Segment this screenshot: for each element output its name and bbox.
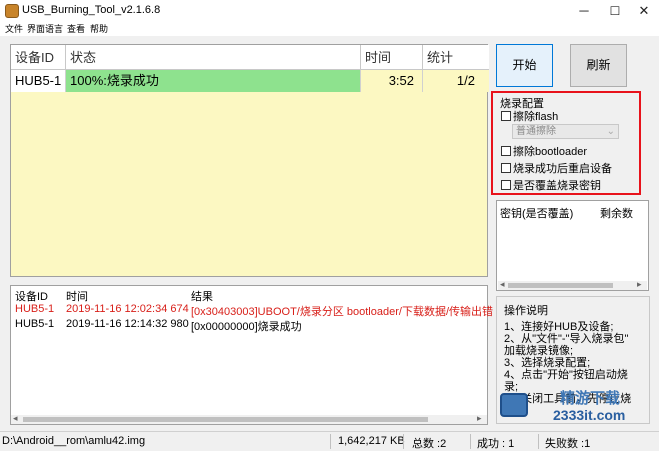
erase-bootloader-label: 擦除bootloader xyxy=(513,146,587,158)
window-title: USB_Burning_Tool_v2.1.6.8 xyxy=(22,4,161,16)
log-col-time[interactable]: 时间 xyxy=(66,288,88,304)
log-row-time: 2019-11-16 12:02:34 674 xyxy=(66,303,189,315)
remaining-col-header[interactable]: 剩余数 xyxy=(600,205,633,221)
status-success: 成功 : 1 xyxy=(477,438,515,450)
log-col-result[interactable]: 结果 xyxy=(191,288,213,304)
chevron-down-icon: ⌄ xyxy=(606,126,615,137)
menu-view[interactable]: 查看 xyxy=(67,22,85,36)
scroll-thumb[interactable] xyxy=(508,283,613,288)
tv-logo-icon xyxy=(500,393,528,417)
log-scrollbar[interactable]: ◂ ▸ xyxy=(11,413,487,424)
log-row-id: HUB5-1 xyxy=(15,318,55,330)
refresh-button[interactable]: 刷新 xyxy=(570,44,627,87)
col-header-time[interactable]: 时间 xyxy=(361,45,423,70)
log-row-result: [0x30403003]UBOOT/烧录分区 bootloader/下载数据/传… xyxy=(191,306,493,318)
status-file-path: D:\Android__rom\amlu42.img xyxy=(2,435,146,447)
maximize-button[interactable]: ☐ xyxy=(600,0,630,22)
log-row[interactable]: HUB5-1 2019-11-16 12:14:32 980 [0x000000… xyxy=(15,318,302,333)
device-time-cell[interactable]: 3:52 xyxy=(361,70,423,92)
col-header-device-id[interactable]: 设备ID xyxy=(11,45,66,70)
log-row-time: 2019-11-16 12:14:32 980 xyxy=(66,318,189,330)
erase-bootloader-checkbox[interactable]: 擦除bootloader xyxy=(501,143,587,159)
status-separator xyxy=(330,434,331,449)
scroll-right-icon[interactable]: ▸ xyxy=(477,413,482,424)
close-button[interactable]: ✕ xyxy=(629,0,659,22)
reset-after-checkbox[interactable]: 烧录成功后重启设备 xyxy=(501,160,612,176)
reset-after-label: 烧录成功后重启设备 xyxy=(513,163,612,175)
device-count-cell[interactable]: 1/2 xyxy=(423,70,489,92)
instructions-title: 操作说明 xyxy=(504,305,548,317)
status-separator xyxy=(470,434,471,449)
watermark-url: 2333it.com xyxy=(553,407,626,423)
instruction-line: 4、点击"开始"按钮启动烧 xyxy=(504,369,628,381)
log-row-id: HUB5-1 xyxy=(15,303,55,315)
minimize-button[interactable]: ─ xyxy=(569,0,599,22)
device-id-cell[interactable]: HUB5-1 xyxy=(11,70,66,92)
log-col-device-id[interactable]: 设备ID xyxy=(15,288,48,304)
erase-flash-checkbox[interactable]: 擦除flash xyxy=(501,108,558,124)
log-row[interactable]: HUB5-1 2019-11-16 12:02:34 674 [0x304030… xyxy=(15,303,493,318)
status-file-size: 1,642,217 KB xyxy=(338,435,405,447)
key-col-header[interactable]: 密钥(是否覆盖) xyxy=(500,205,573,221)
col-header-status[interactable]: 状态 xyxy=(66,45,361,70)
title-bar: USB_Burning_Tool_v2.1.6.8 ─ ☐ ✕ xyxy=(0,0,659,22)
log-row-result: [0x00000000]烧录成功 xyxy=(191,321,302,333)
scroll-left-icon[interactable]: ◂ xyxy=(500,279,505,290)
overwrite-key-label: 是否覆盖烧录密钥 xyxy=(513,180,601,192)
key-table[interactable]: 密钥(是否覆盖) 剩余数 ◂ ▸ xyxy=(496,200,649,291)
app-icon xyxy=(5,4,19,18)
status-total: 总数 :2 xyxy=(412,438,447,450)
menu-file[interactable]: 文件 xyxy=(5,22,23,36)
status-bar: D:\Android__rom\amlu42.img 1,642,217 KB … xyxy=(0,431,659,450)
status-separator xyxy=(538,434,539,449)
scroll-thumb[interactable] xyxy=(23,417,428,422)
erase-flash-label: 擦除flash xyxy=(513,111,559,123)
overwrite-key-checkbox[interactable]: 是否覆盖烧录密钥 xyxy=(501,177,601,193)
menu-help[interactable]: 帮助 xyxy=(90,22,108,36)
watermark-title: 精游下载 xyxy=(560,390,621,407)
key-table-scrollbar[interactable]: ◂ ▸ xyxy=(498,279,647,290)
menu-bar: 文件 界面语言 查看 帮助 xyxy=(0,22,659,36)
log-panel[interactable]: 设备ID 时间 结果 HUB5-1 2019-11-16 12:02:34 67… xyxy=(10,285,493,425)
status-fail: 失败数 :1 xyxy=(545,438,591,450)
status-separator xyxy=(403,434,404,449)
scroll-left-icon[interactable]: ◂ xyxy=(13,413,18,424)
device-status-cell[interactable]: 100%:烧录成功 xyxy=(66,70,361,92)
device-table[interactable]: 设备ID 状态 时间 统计 HUB5-1 100%:烧录成功 3:52 1/2 xyxy=(10,44,489,277)
menu-language[interactable]: 界面语言 xyxy=(27,22,63,36)
col-header-count[interactable]: 统计 xyxy=(423,45,489,70)
scroll-right-icon[interactable]: ▸ xyxy=(637,279,642,290)
erase-mode-value: 普通擦除 xyxy=(516,126,556,137)
erase-mode-select: 普通擦除 ⌄ xyxy=(512,124,619,139)
start-button[interactable]: 开始 xyxy=(496,44,553,87)
